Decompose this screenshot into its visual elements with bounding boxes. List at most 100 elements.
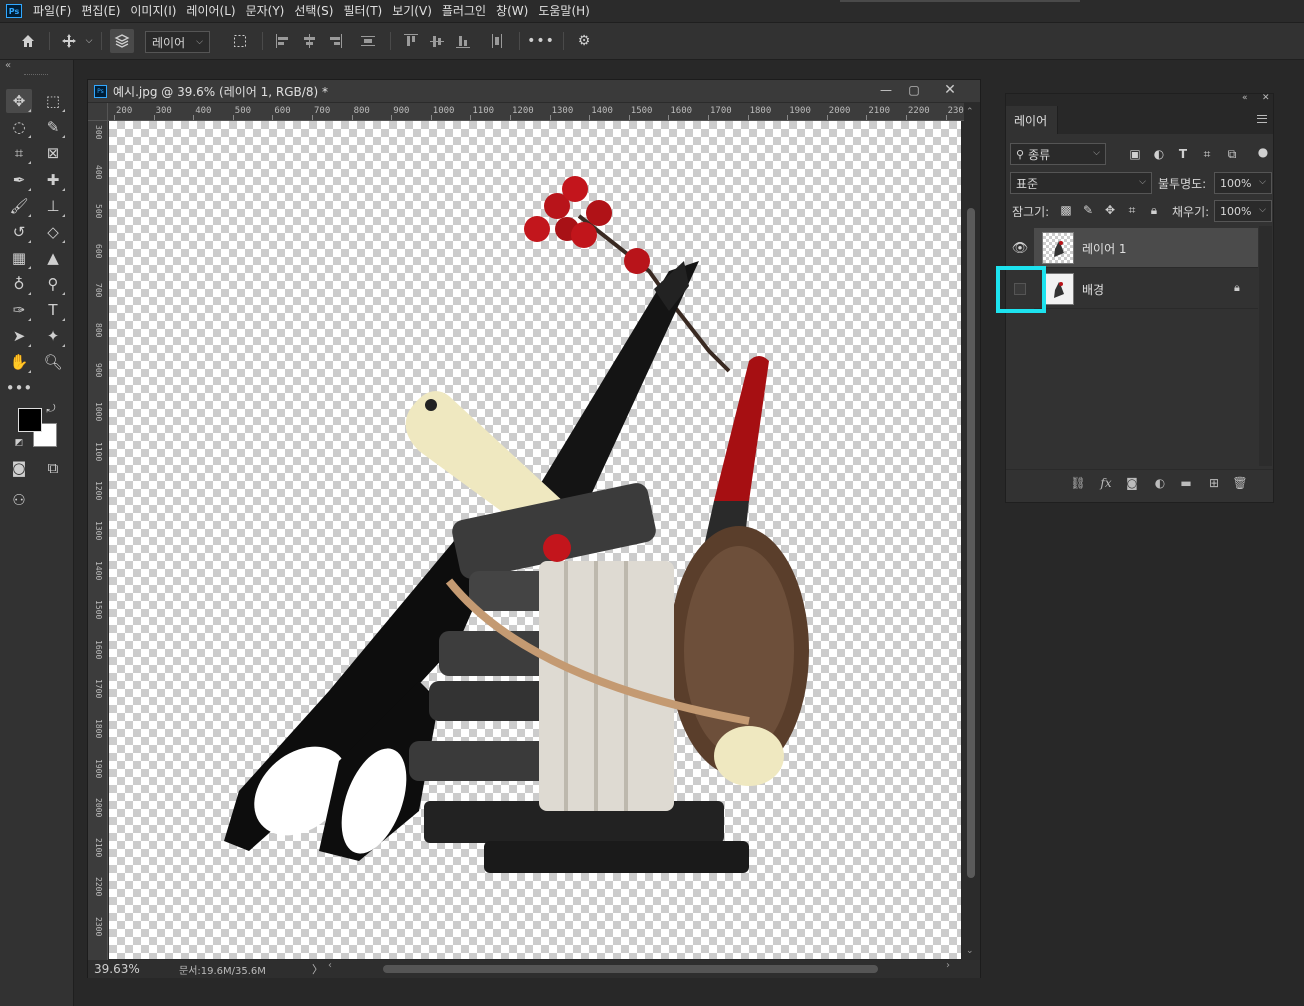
opacity-field[interactable]: 100% ⌵ (1214, 172, 1272, 194)
horizontal-ruler[interactable]: 200 300 400 500 600 700 800 900 1000 1100 1200 1300… (108, 103, 968, 121)
align-right-icon[interactable] (328, 34, 342, 48)
eraser-tool-icon[interactable]: ◇ (40, 220, 66, 244)
align-top-icon[interactable] (404, 34, 418, 48)
chevron-down-icon[interactable]: ⌵ (83, 29, 95, 53)
layer-name[interactable]: 배경 (1082, 281, 1104, 298)
zoom-level[interactable]: 39.63% (94, 962, 140, 976)
history-brush-tool-icon[interactable]: ↺ (6, 220, 32, 244)
move-icon[interactable] (58, 29, 80, 53)
default-colors-icon[interactable]: ◩ (12, 436, 26, 450)
layer-name[interactable]: 레이어 1 (1082, 240, 1127, 257)
collapse-icon[interactable]: « (5, 60, 11, 71)
dodge-tool-icon[interactable]: ♁ (6, 272, 32, 296)
lock-icon[interactable]: 🔒︎ (1234, 281, 1240, 295)
edit-toolbar-icon[interactable]: ••• (6, 376, 33, 400)
auto-select-target-dropdown[interactable]: 레이어 ⌵ (145, 31, 210, 53)
eyedropper-tool-icon[interactable]: ✒ (6, 168, 32, 192)
healing-brush-tool-icon[interactable]: ✚ (40, 168, 66, 192)
gradient-tool-icon[interactable]: ▦ (6, 246, 32, 270)
shape-tool-icon[interactable]: ✦ (40, 324, 66, 348)
menu-plugins[interactable]: 플러그인 (437, 0, 491, 22)
image-filter-icon[interactable]: ▣ (1127, 146, 1143, 162)
menu-filter[interactable]: 필터(T) (338, 0, 387, 22)
hand-tool-icon[interactable]: ✋ (6, 350, 32, 374)
close-icon[interactable]: ✕ (936, 80, 964, 100)
minimize-icon[interactable]: — (872, 80, 900, 100)
distribute-vertical-icon[interactable] (490, 34, 504, 48)
swap-colors-icon[interactable]: ⤾ (44, 402, 58, 416)
marquee-tool-icon[interactable]: ⬚ (40, 89, 66, 113)
menu-layer[interactable]: 레이어(L) (181, 0, 240, 22)
filter-kind-dropdown[interactable]: ⚲ 종류 ⌵ (1010, 143, 1106, 165)
brush-tool-icon[interactable]: 🖌 (6, 194, 32, 218)
menu-type[interactable]: 문자(Y) (241, 0, 290, 22)
quick-mask-icon[interactable]: ◙ (6, 456, 32, 480)
pen-tool-icon[interactable]: ✑ (6, 298, 32, 322)
share-icon[interactable]: ⚇ (6, 488, 32, 512)
lock-artboard-icon[interactable]: ⌗ (1124, 202, 1140, 218)
home-icon[interactable] (16, 29, 40, 53)
menu-select[interactable]: 선택(S) (289, 0, 338, 22)
lasso-tool-icon[interactable]: ◌ (6, 115, 32, 139)
vertical-ruler[interactable]: 300 400 500 600 700 800 900 1000 1100 1200 1300 140… (88, 121, 108, 961)
adjustment-layer-icon[interactable]: ◐ (1152, 475, 1168, 491)
tab-layers[interactable]: 레이어 (1006, 106, 1058, 134)
collapse-icon[interactable]: « (1242, 93, 1248, 103)
new-layer-icon[interactable]: ⊞ (1206, 475, 1222, 491)
foreground-color-swatch[interactable] (18, 408, 42, 432)
burn-tool-icon[interactable]: ⚲ (40, 272, 66, 296)
scroll-thumb[interactable] (383, 965, 878, 973)
panel-header[interactable]: « ✕ (1006, 93, 1273, 106)
lock-image-pixels-icon[interactable]: ✎ (1080, 202, 1096, 218)
layer-row[interactable]: 레이어 1 (1034, 228, 1258, 268)
quick-selection-tool-icon[interactable]: ✎ (40, 115, 66, 139)
canvas-area[interactable] (109, 121, 962, 961)
path-selection-tool-icon[interactable]: ➤ (6, 324, 32, 348)
window-grip[interactable] (840, 0, 1080, 2)
link-layers-icon[interactable]: ⛓ (1070, 475, 1086, 491)
menu-file[interactable]: 파일(F) (28, 0, 76, 22)
chevron-right-icon[interactable]: › (946, 960, 950, 971)
lock-all-icon[interactable]: 🔒︎ (1146, 202, 1162, 218)
adjustment-filter-icon[interactable]: ◐ (1151, 146, 1167, 162)
move-tool-icon[interactable]: ✥ (6, 89, 32, 113)
add-mask-icon[interactable]: ◙ (1124, 475, 1140, 491)
crop-tool-icon[interactable]: ⌗ (6, 141, 32, 165)
menu-edit[interactable]: 편집(E) (76, 0, 125, 22)
align-vcenter-icon[interactable] (430, 34, 444, 48)
layers-scrollbar[interactable] (1259, 226, 1272, 466)
layer-row[interactable]: 배경 🔒︎ (1034, 269, 1258, 309)
shape-filter-icon[interactable]: ⌗ (1199, 146, 1215, 162)
distribute-icon[interactable] (361, 34, 375, 48)
blur-tool-icon[interactable]: ▲ (40, 246, 66, 270)
settings-icon[interactable]: ⚙ (573, 29, 595, 53)
smart-object-filter-icon[interactable]: ⧉ (1224, 146, 1240, 162)
layer-visibility-toggle[interactable]: 👁︎ (1007, 228, 1033, 268)
fx-icon[interactable]: fx (1098, 475, 1114, 491)
more-icon[interactable]: ••• (527, 29, 554, 53)
status-menu-arrow[interactable]: 〉 (312, 961, 323, 977)
document-tab[interactable]: Ps 예시.jpg @ 39.6% (레이어 1, RGB/8) * — ▢ ✕ (88, 80, 980, 102)
close-icon[interactable]: ✕ (1262, 93, 1270, 103)
align-bottom-icon[interactable] (456, 34, 470, 48)
auto-select-icon[interactable] (110, 29, 134, 53)
panel-grip[interactable] (24, 74, 48, 77)
align-left-icon[interactable] (276, 34, 290, 48)
fill-field[interactable]: 100% ⌵ (1214, 200, 1272, 222)
scroll-thumb[interactable] (967, 208, 975, 878)
lock-position-icon[interactable]: ✥ (1102, 202, 1118, 218)
frame-tool-icon[interactable]: ⊠ (40, 141, 66, 165)
canvas[interactable] (109, 121, 961, 959)
menu-help[interactable]: 도움말(H) (533, 0, 595, 22)
transform-controls-icon[interactable] (228, 29, 252, 53)
delete-layer-icon[interactable]: 🗑︎ (1232, 475, 1248, 491)
type-tool-icon[interactable]: T (40, 298, 66, 322)
zoom-tool-icon[interactable]: 🔍︎ (40, 350, 66, 374)
menu-view[interactable]: 보기(V) (387, 0, 437, 22)
new-group-icon[interactable]: ▬ (1178, 475, 1194, 491)
type-filter-icon[interactable]: T (1175, 146, 1191, 162)
chevron-up-icon[interactable]: ⌃ (966, 107, 974, 117)
screen-mode-icon[interactable]: ⧉ (40, 456, 66, 480)
align-hcenter-icon[interactable] (302, 34, 316, 48)
chevron-down-icon[interactable]: ⌄ (966, 946, 974, 956)
